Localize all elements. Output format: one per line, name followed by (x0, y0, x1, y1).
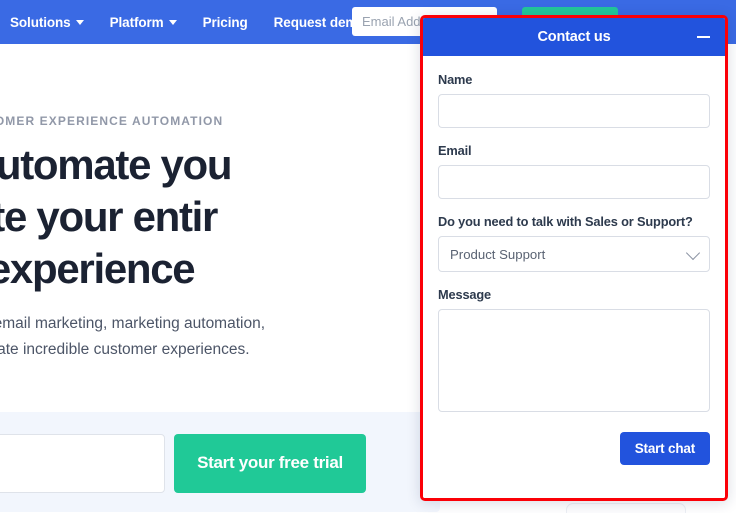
topic-select-wrapper: Product Support (438, 236, 710, 272)
nav-item-pricing[interactable]: Pricing (203, 15, 248, 30)
contact-widget-footer: Start chat (438, 432, 710, 465)
topic-select[interactable]: Product Support (438, 236, 710, 272)
contact-us-widget: Contact us Name Email Do you need to tal… (420, 15, 728, 501)
start-chat-button[interactable]: Start chat (620, 432, 710, 465)
message-field-label: Message (438, 287, 710, 302)
nav-item-platform[interactable]: Platform (110, 15, 177, 30)
chevron-down-icon (169, 20, 177, 25)
topic-select-value: Product Support (450, 247, 545, 262)
contact-widget-title: Contact us (538, 29, 611, 45)
contact-widget-header: Contact us (423, 18, 725, 56)
nav-item-solutions[interactable]: Solutions (10, 15, 84, 30)
topic-field-label: Do you need to talk with Sales or Suppor… (438, 214, 710, 229)
nav-links: Solutions Platform Pricing Request demo (10, 15, 365, 30)
start-free-trial-button[interactable]: Start your free trial (174, 434, 366, 493)
name-input[interactable] (438, 94, 710, 128)
email-field-label: Email (438, 143, 710, 158)
email-input[interactable] (438, 165, 710, 199)
nav-item-platform-label: Platform (110, 15, 164, 30)
chevron-down-icon (76, 20, 84, 25)
contact-widget-body: Name Email Do you need to talk with Sale… (423, 56, 725, 498)
chat-launcher-button[interactable] (566, 503, 686, 513)
message-textarea[interactable] (438, 309, 710, 412)
hero-email-input[interactable] (0, 434, 165, 493)
minimize-dash (697, 36, 710, 38)
minimize-icon[interactable] (691, 25, 715, 49)
hero-eyebrow: CUSTOMER EXPERIENCE AUTOMATION (0, 114, 223, 128)
nav-item-pricing-label: Pricing (203, 15, 248, 30)
name-field-label: Name (438, 72, 710, 87)
hero-signup-form: Start your free trial (0, 433, 400, 493)
nav-item-solutions-label: Solutions (10, 15, 71, 30)
page-root: Solutions Platform Pricing Request demo … (0, 0, 736, 513)
